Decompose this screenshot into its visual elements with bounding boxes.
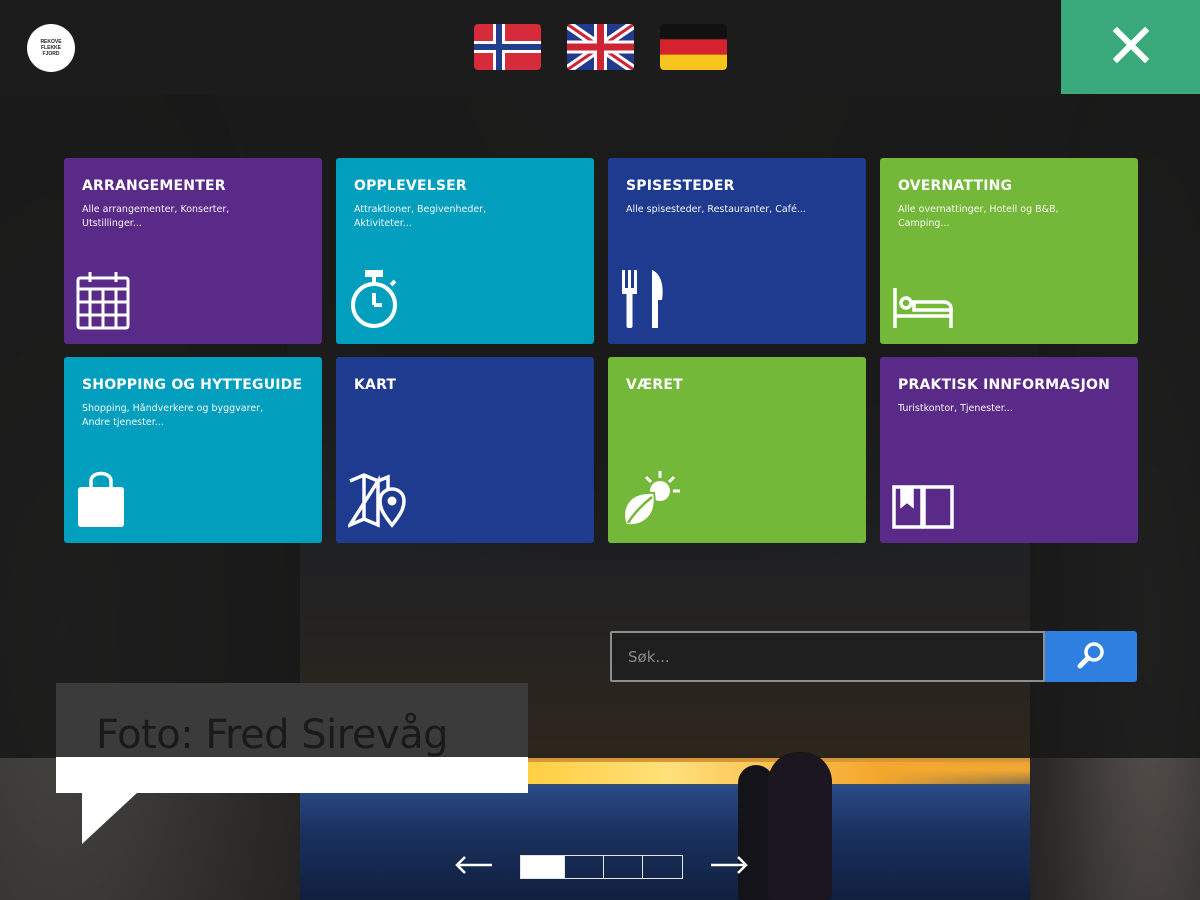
next-slide-button[interactable] bbox=[707, 852, 751, 882]
uk-flag-icon[interactable] bbox=[567, 24, 634, 70]
map-icon bbox=[345, 473, 410, 533]
tile-arrangementer[interactable]: ARRANGEMENTER Alle arrangementer, Konser… bbox=[64, 158, 322, 344]
arrow-right-icon bbox=[709, 855, 749, 879]
tile-vaeret[interactable]: VÆRET bbox=[608, 357, 866, 543]
tile-title: PRAKTISK INNFORMASJON bbox=[898, 377, 1111, 393]
bed-icon bbox=[892, 286, 954, 334]
speech-bubble bbox=[56, 757, 528, 793]
book-icon bbox=[892, 483, 954, 533]
tile-title: VÆRET bbox=[626, 377, 683, 393]
slide-dot-4[interactable] bbox=[643, 856, 682, 878]
tile-subtitle: Turistkontor, Tjenester... bbox=[898, 403, 1013, 414]
tile-title: KART bbox=[354, 377, 397, 393]
tile-shopping[interactable]: SHOPPING OG HYTTEGUIDE Shopping, Håndver… bbox=[64, 357, 322, 543]
close-button[interactable] bbox=[1061, 0, 1200, 94]
slide-dot-3[interactable] bbox=[604, 856, 643, 878]
weather-icon bbox=[620, 469, 682, 533]
search-bar bbox=[610, 631, 1137, 682]
calendar-icon bbox=[76, 270, 130, 334]
logo[interactable]: REKOVE FLEKKE FJORD bbox=[27, 24, 75, 72]
slider-pager bbox=[452, 852, 751, 882]
search-button[interactable] bbox=[1045, 631, 1137, 682]
tile-subtitle: Alle overnattinger, Hotell og B&B, Campi… bbox=[898, 204, 1059, 229]
tile-title: OPPLEVELSER bbox=[354, 178, 467, 194]
tile-title: OVERNATTING bbox=[898, 178, 1013, 194]
slide-dot-2[interactable] bbox=[565, 856, 604, 878]
slide-indicators bbox=[520, 855, 683, 879]
person-silhouette bbox=[768, 752, 832, 900]
speech-bubble-tail bbox=[82, 792, 138, 844]
norwegian-flag-icon[interactable] bbox=[474, 24, 541, 70]
tile-title: ARRANGEMENTER bbox=[82, 178, 226, 194]
shopping-bag-icon bbox=[76, 469, 126, 533]
prev-slide-button[interactable] bbox=[452, 852, 496, 882]
arrow-left-icon bbox=[454, 855, 494, 879]
language-selector bbox=[474, 24, 727, 70]
tile-opplevelser[interactable]: OPPLEVELSER Attraktioner, Begivenheder, … bbox=[336, 158, 594, 344]
stopwatch-icon bbox=[348, 268, 400, 334]
slide-dot-1[interactable] bbox=[521, 856, 565, 878]
german-flag-icon[interactable] bbox=[660, 24, 727, 70]
tile-subtitle: Alle arrangementer, Konserter, Utstillin… bbox=[82, 204, 230, 229]
close-icon bbox=[1112, 26, 1149, 67]
tile-subtitle: Attraktioner, Begivenheder, Aktiviteter.… bbox=[354, 204, 487, 229]
cutlery-icon bbox=[620, 268, 668, 334]
tile-praktisk-informasjon[interactable]: PRAKTISK INNFORMASJON Turistkontor, Tjen… bbox=[880, 357, 1138, 543]
category-grid: ARRANGEMENTER Alle arrangementer, Konser… bbox=[64, 158, 1138, 543]
tile-title: SPISESTEDER bbox=[626, 178, 735, 194]
tile-subtitle: Shopping, Håndverkere og byggvarer, Andr… bbox=[82, 403, 264, 428]
tile-kart[interactable]: KART bbox=[336, 357, 594, 543]
search-icon bbox=[1076, 640, 1106, 674]
photo-credit: Foto: Fred Sirevåg bbox=[96, 712, 449, 758]
top-bar: REKOVE FLEKKE FJORD bbox=[0, 0, 1200, 94]
search-input[interactable] bbox=[610, 631, 1045, 682]
tile-spisesteder[interactable]: SPISESTEDER Alle spisesteder, Restaurant… bbox=[608, 158, 866, 344]
tile-overnatting[interactable]: OVERNATTING Alle overnattinger, Hotell o… bbox=[880, 158, 1138, 344]
tile-title: SHOPPING OG HYTTEGUIDE bbox=[82, 377, 303, 393]
tile-subtitle: Alle spisesteder, Restauranter, Café... bbox=[626, 204, 806, 215]
